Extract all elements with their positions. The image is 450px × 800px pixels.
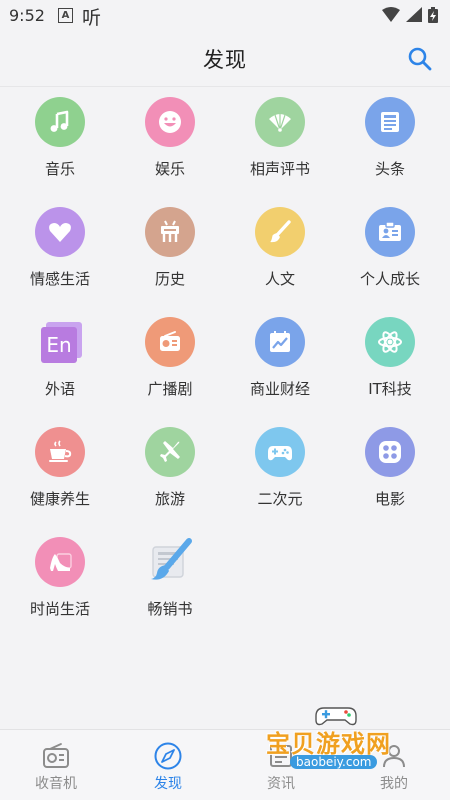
profile-icon: [383, 745, 405, 768]
en-text: En: [46, 333, 71, 357]
high-heel-icon: [35, 537, 85, 587]
category-label: 头条: [374, 160, 405, 178]
category-label: 音乐: [44, 160, 75, 178]
category-label: 历史: [154, 270, 185, 288]
tab-label: 发现: [154, 776, 182, 792]
category-movies[interactable]: 电影: [335, 418, 445, 517]
category-entertainment[interactable]: 娱乐: [115, 88, 225, 187]
category-anime[interactable]: 二次元: [225, 418, 335, 517]
category-label: 外语: [44, 380, 75, 398]
tab-profile[interactable]: 我的: [338, 730, 450, 800]
music-note-icon: [35, 97, 85, 147]
battery-icon: [428, 7, 438, 23]
category-personal-growth[interactable]: 个人成长: [335, 198, 445, 297]
category-foreign-language[interactable]: En 外语: [5, 308, 115, 407]
trend-chart-icon: [255, 317, 305, 367]
tab-discover[interactable]: 发现: [112, 730, 224, 800]
category-label: 娱乐: [154, 160, 185, 178]
category-label: 人文: [264, 270, 295, 288]
compass-icon: [154, 742, 182, 770]
category-label: 电影: [374, 490, 405, 508]
film-reel-icon: [365, 427, 415, 477]
category-label: 广播剧: [147, 380, 193, 398]
tab-news[interactable]: 资讯: [225, 730, 337, 800]
app-indicator-icon: 听: [82, 7, 102, 29]
search-icon[interactable]: [406, 45, 434, 73]
category-label: 时尚生活: [29, 600, 90, 618]
category-label: 健康养生: [29, 490, 90, 508]
category-headlines[interactable]: 头条: [335, 88, 445, 187]
category-fashion[interactable]: 时尚生活: [5, 528, 115, 627]
id-card-icon: [365, 207, 415, 257]
wifi-icon: [382, 7, 400, 22]
category-label: 二次元: [257, 490, 303, 508]
category-label: IT科技: [368, 380, 412, 398]
airplane-icon: [145, 427, 195, 477]
smiley-icon: [145, 97, 195, 147]
category-label: 情感生活: [29, 270, 90, 288]
category-label: 畅销书: [147, 600, 193, 618]
radio-icon: [145, 317, 195, 367]
ancient-vessel-icon: [145, 207, 195, 257]
english-book-icon: En: [35, 317, 85, 367]
status-bar: 9:52 A 听: [0, 0, 450, 30]
tab-radio[interactable]: 收音机: [0, 730, 112, 800]
category-it-tech[interactable]: IT科技: [335, 308, 445, 407]
category-business-finance[interactable]: 商业财经: [225, 308, 335, 407]
category-history[interactable]: 历史: [115, 198, 225, 297]
header: 发现: [0, 30, 450, 87]
status-time: 9:52: [9, 6, 45, 25]
page-title: 发现: [203, 48, 247, 72]
heart-icon: [35, 207, 85, 257]
category-music[interactable]: 音乐: [5, 88, 115, 187]
category-grid: 音乐 娱乐 相声评书 头条 情感生活 历史 人文 个人成长 En 外语 广播剧 …: [0, 88, 450, 627]
folding-fan-icon: [255, 97, 305, 147]
radio-icon: [43, 743, 69, 768]
atom-icon: [365, 317, 415, 367]
category-label: 旅游: [154, 490, 185, 508]
tab-label: 我的: [380, 776, 408, 792]
category-label: 相声评书: [249, 160, 310, 178]
category-radio-drama[interactable]: 广播剧: [115, 308, 225, 407]
tab-label: 资讯: [267, 776, 295, 792]
cell-signal-icon: [406, 7, 422, 22]
notification-a-icon: A: [58, 8, 73, 23]
category-humanities[interactable]: 人文: [225, 198, 335, 297]
news-icon: [270, 745, 292, 767]
bottom-tab-bar: 收音机 发现 资讯 我的 宝贝游戏网 baobeiy.com: [0, 707, 450, 800]
category-label: 商业财经: [249, 380, 310, 398]
category-bestsellers[interactable]: 畅销书: [115, 528, 225, 627]
bestseller-book-icon: [145, 537, 195, 587]
category-label: 个人成长: [359, 270, 420, 288]
paintbrush-icon: [255, 207, 305, 257]
category-health[interactable]: 健康养生: [5, 418, 115, 517]
category-emotional-life[interactable]: 情感生活: [5, 198, 115, 297]
watermark-gamepad-icon: [315, 707, 357, 726]
status-indicators: [382, 7, 438, 23]
category-crosstalk[interactable]: 相声评书: [225, 88, 335, 187]
teacup-icon: [35, 427, 85, 477]
gamepad-icon: [255, 427, 305, 477]
category-travel[interactable]: 旅游: [115, 418, 225, 517]
tab-label: 收音机: [35, 776, 77, 792]
newspaper-icon: [365, 97, 415, 147]
